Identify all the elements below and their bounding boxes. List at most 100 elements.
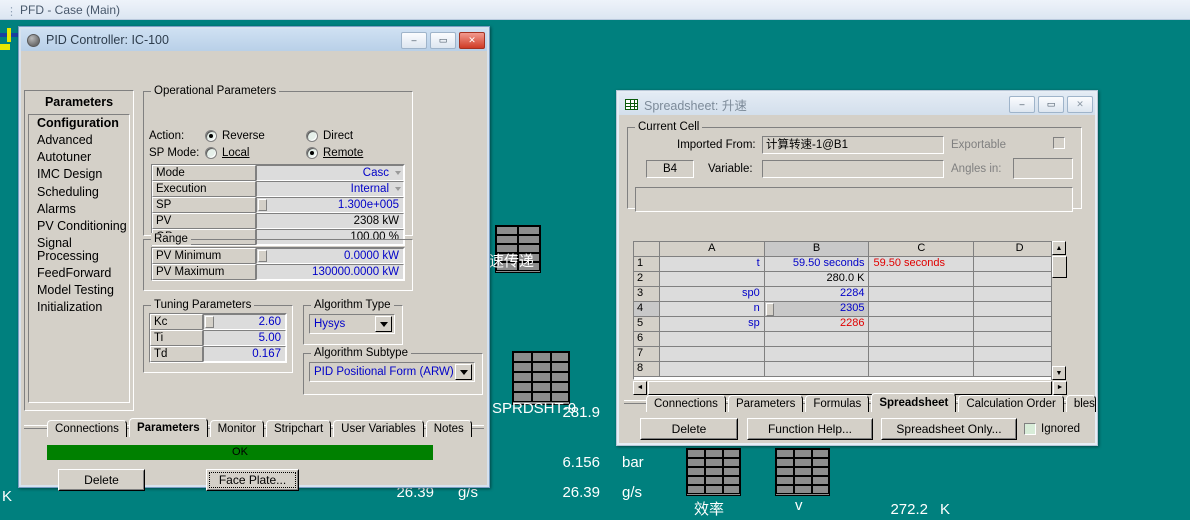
scroll-up-button[interactable]: ▲ — [1052, 241, 1066, 255]
tab-calculation-order[interactable]: Calculation Order — [958, 395, 1064, 412]
spreadsheet-only-button[interactable]: Spreadsheet Only... — [881, 418, 1017, 440]
cell-C3[interactable] — [869, 287, 975, 302]
sidebar-item-autotuner[interactable]: Autotuner — [29, 149, 129, 166]
cell-C1[interactable]: 59.50 seconds — [869, 257, 975, 272]
cell-B7[interactable] — [764, 347, 870, 362]
cell-C8[interactable] — [869, 362, 975, 377]
grid-row-header-2[interactable]: 2 — [634, 272, 660, 287]
face-plate-button[interactable]: Face Plate... — [206, 469, 299, 491]
op-row-2-value[interactable]: 1.300e+005 — [256, 197, 404, 213]
grid-row-header-6[interactable]: 6 — [634, 332, 660, 347]
action-reverse-radio[interactable]: Reverse — [205, 130, 265, 142]
grid-row-header-8[interactable]: 8 — [634, 362, 660, 377]
grid-col-header-C[interactable]: C — [869, 242, 975, 257]
cell-B2[interactable]: 280.0 K — [764, 272, 870, 287]
sidebar-list[interactable]: Configuration Advanced Autotuner IMC Des… — [28, 114, 130, 403]
tuning-row-2-value[interactable]: 0.167 — [203, 346, 286, 362]
op-row-3-value[interactable]: 2308 kW — [256, 213, 404, 229]
angles-in-field[interactable] — [1013, 158, 1073, 179]
range-table[interactable]: PV Minimum 0.0000 kW PV Maximum 130000.000… — [151, 247, 405, 281]
pfd-label-2[interactable]: 效率 — [694, 498, 724, 519]
spreadsheet-grid[interactable]: A B C D 1 t 59.50 seconds 59.50 seconds … — [633, 241, 1067, 380]
pid-parameters-sidebar[interactable]: Parameters Configuration Advanced Autotu… — [24, 90, 134, 411]
cell-C6[interactable] — [869, 332, 975, 347]
sidebar-item-scheduling[interactable]: Scheduling — [29, 184, 129, 201]
grid-col-header-A[interactable]: A — [659, 242, 765, 257]
grid-vertical-scrollbar[interactable]: ▲ ▼ — [1051, 241, 1067, 380]
scroll-left-button[interactable]: ◄ — [633, 380, 647, 395]
tab-formulas[interactable]: Formulas — [805, 395, 870, 412]
pid-close-button[interactable]: ✕ — [459, 31, 485, 49]
sidebar-item-initialization[interactable]: Initialization — [29, 299, 129, 316]
spreadsheet-window[interactable]: Spreadsheet: 升速 – ▭ ✕ Current Cell Impor… — [616, 90, 1098, 446]
pid-minimize-button[interactable]: – — [401, 31, 427, 49]
algorithm-type-combo[interactable]: Hysys — [309, 314, 395, 334]
grid-row-header-7[interactable]: 7 — [634, 347, 660, 362]
cell-B4[interactable]: 2305 — [764, 302, 870, 317]
cell-C7[interactable] — [869, 347, 975, 362]
pfd-spreadsheet-icon-2[interactable] — [512, 351, 570, 405]
grid-row-header-1[interactable]: 1 — [634, 257, 660, 272]
spreadsheet-close-button[interactable]: ✕ — [1067, 95, 1093, 113]
cell-B1[interactable]: 59.50 seconds — [764, 257, 870, 272]
tab-monitor[interactable]: Monitor — [209, 420, 264, 437]
op-row-0-value[interactable]: Casc — [256, 165, 404, 181]
grid-row-header-4[interactable]: 4 — [634, 302, 660, 317]
pid-maximize-button[interactable]: ▭ — [430, 31, 456, 49]
tuning-row-0-value[interactable]: 2.60 — [203, 314, 286, 330]
pfd-label-3[interactable]: v — [795, 497, 803, 514]
formula-field[interactable] — [635, 187, 1073, 212]
spreadsheet-delete-button[interactable]: Delete — [640, 418, 738, 440]
pid-tabstrip[interactable]: Connections Parameters Monitor Stripchar… — [47, 418, 474, 437]
cell-A6[interactable] — [659, 332, 765, 347]
tab-connections[interactable]: Connections — [646, 395, 726, 412]
tuning-table[interactable]: Kc 2.60 Ti 5.00 Td 0.167 — [149, 313, 287, 363]
sidebar-item-alarms[interactable]: Alarms — [29, 201, 129, 218]
sidebar-item-pv-conditioning[interactable]: PV Conditioning — [29, 218, 129, 235]
imported-from-field[interactable]: 计算转速-1@B1 — [762, 136, 944, 154]
chevron-down-icon[interactable] — [455, 364, 472, 380]
cell-B6[interactable] — [764, 332, 870, 347]
cell-B8[interactable] — [764, 362, 870, 377]
spmode-local-radio[interactable]: Local — [205, 147, 250, 159]
tab-user-variables[interactable]: bles — [1065, 395, 1096, 412]
grid-row-header-3[interactable]: 3 — [634, 287, 660, 302]
sidebar-item-feedforward[interactable]: FeedForward — [29, 265, 129, 282]
cell-A4[interactable]: n — [659, 302, 765, 317]
cell-A1[interactable]: t — [659, 257, 765, 272]
pid-titlebar[interactable]: PID Controller: IC-100 – ▭ ✕ — [21, 29, 487, 51]
grid-row-header-5[interactable]: 5 — [634, 317, 660, 332]
spreadsheet-maximize-button[interactable]: ▭ — [1038, 95, 1064, 113]
pfd-spreadsheet-icon-4[interactable] — [775, 448, 830, 496]
grid-col-header-B[interactable]: B — [764, 242, 870, 257]
cell-A7[interactable] — [659, 347, 765, 362]
pid-controller-window[interactable]: PID Controller: IC-100 – ▭ ✕ Parameters … — [18, 26, 490, 491]
resize-grip-icon[interactable] — [258, 199, 267, 211]
cell-B5[interactable]: 2286 — [764, 317, 870, 332]
cell-A3[interactable]: sp0 — [659, 287, 765, 302]
cell-C5[interactable] — [869, 317, 975, 332]
cell-B3[interactable]: 2284 — [764, 287, 870, 302]
tab-parameters[interactable]: Parameters — [727, 395, 804, 412]
resize-grip-icon[interactable] — [205, 316, 214, 328]
pfd-label-0[interactable]: 速传递 — [489, 250, 534, 271]
exportable-checkbox[interactable] — [1053, 137, 1065, 149]
tab-notes[interactable]: Notes — [425, 420, 472, 437]
delete-button[interactable]: Delete — [58, 469, 145, 491]
tab-parameters[interactable]: Parameters — [128, 418, 208, 437]
cell-resize-grip-icon[interactable] — [765, 303, 774, 316]
tab-stripchart[interactable]: Stripchart — [265, 420, 332, 437]
function-help-button[interactable]: Function Help... — [747, 418, 873, 440]
sidebar-item-signal-processing[interactable]: Signal Processing — [29, 235, 129, 265]
op-row-1-value[interactable]: Internal — [256, 181, 404, 197]
algorithm-subtype-combo[interactable]: PID Positional Form (ARW) — [309, 362, 475, 382]
sidebar-item-imc-design[interactable]: IMC Design — [29, 166, 129, 183]
ignored-checkbox[interactable] — [1024, 423, 1036, 435]
chevron-down-icon[interactable] — [375, 316, 392, 332]
sidebar-item-configuration[interactable]: Configuration — [29, 115, 129, 132]
spreadsheet-minimize-button[interactable]: – — [1009, 95, 1035, 113]
resize-grip-icon[interactable] — [258, 250, 267, 262]
tuning-row-1-value[interactable]: 5.00 — [203, 330, 286, 346]
spreadsheet-tabstrip[interactable]: Connections Parameters Formulas Spreadsh… — [646, 393, 1098, 412]
tab-spreadsheet[interactable]: Spreadsheet — [871, 393, 957, 412]
